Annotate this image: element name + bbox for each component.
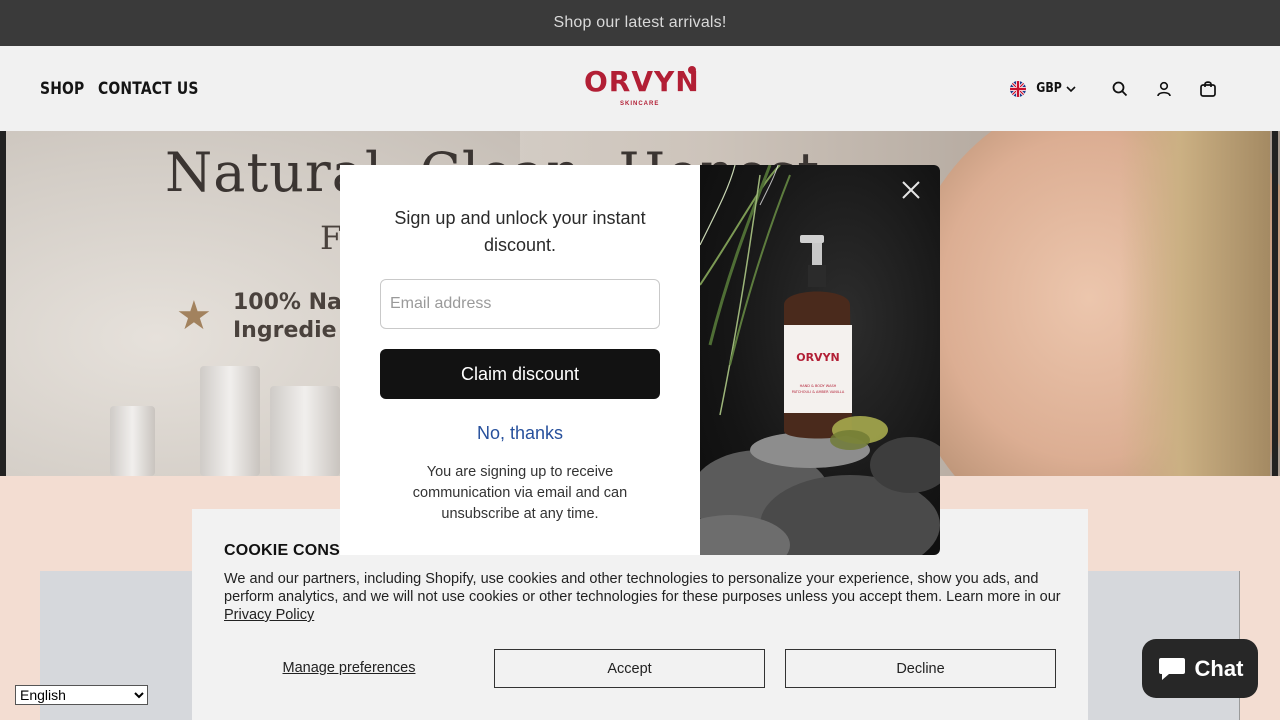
search-icon [1112,81,1128,96]
cookie-accept-button[interactable]: Accept [494,649,765,688]
star-icon: ★ [176,294,212,338]
product-brand-label: ORVYN [796,351,840,364]
cookie-description: We and our partners, including Shopify, … [224,570,1064,624]
nav-shop[interactable]: SHOP [40,79,84,99]
chat-label: Chat [1194,655,1244,681]
language-select[interactable]: English [15,685,148,705]
main-nav: SHOP CONTACT US [40,46,221,131]
brand-logo[interactable]: ORVYN SKINCARE [584,65,700,111]
chevron-down-icon [1066,85,1076,92]
search-button[interactable] [1098,67,1142,111]
logo-wordmark: ORVYN [584,65,700,98]
header-actions: GBP [1009,46,1230,131]
hero-bottle [270,386,340,476]
shopping-bag-icon [1200,80,1216,97]
hero-edge-left [0,131,6,476]
uk-flag-icon [1009,80,1026,97]
announcement-text: Shop our latest arrivals! [553,14,727,31]
claim-discount-button[interactable]: Claim discount [380,349,660,399]
logo-dot [688,66,696,74]
cart-button[interactable] [1186,67,1230,111]
email-input[interactable] [380,279,660,329]
hero-model-hair [1120,131,1270,476]
popup-form-panel: Sign up and unlock your instant discount… [340,165,700,555]
privacy-policy-link[interactable]: Privacy Policy [224,607,314,623]
nav-contact-us[interactable]: CONTACT US [98,79,199,99]
chat-launcher-button[interactable]: Chat [1142,639,1258,698]
hero-edge-right [1272,131,1278,476]
logo-subtitle: SKINCARE [620,101,660,107]
cookie-decline-button[interactable]: Decline [785,649,1056,688]
popup-product-image: ORVYN HAND & BODY WASH PATCHOULI & AMBER… [700,165,940,555]
announcement-bar: Shop our latest arrivals! [0,0,1280,46]
popup-fine-print: You are signing up to receive communicat… [412,464,628,522]
site-header: SHOP CONTACT US ORVYN SKINCARE GBP [0,46,1280,131]
user-icon [1157,81,1171,96]
product-line-1: HAND & BODY WASH [800,384,837,388]
chat-bubble-icon [1158,657,1185,680]
account-button[interactable] [1142,67,1186,111]
product-photo: ORVYN HAND & BODY WASH PATCHOULI & AMBER… [700,165,940,555]
no-thanks-button[interactable]: No, thanks [380,419,660,447]
discount-popup: Sign up and unlock your instant discount… [340,165,940,555]
hero-bottle [110,406,155,476]
popup-heading: Sign up and unlock your instant discount… [394,208,646,255]
close-icon [902,181,920,199]
currency-label: GBP [1036,81,1062,96]
product-line-2: PATCHOULI & AMBER VANILLA [792,390,845,394]
manage-preferences-button[interactable]: Manage preferences [224,649,474,687]
hero-bottle [200,366,260,476]
popup-close-button[interactable] [898,177,924,203]
currency-selector[interactable]: GBP [1009,80,1076,97]
hero-feature-text: 100% Na Ingredie [233,290,342,343]
cookie-body-text: We and our partners, including Shopify, … [224,571,1061,605]
